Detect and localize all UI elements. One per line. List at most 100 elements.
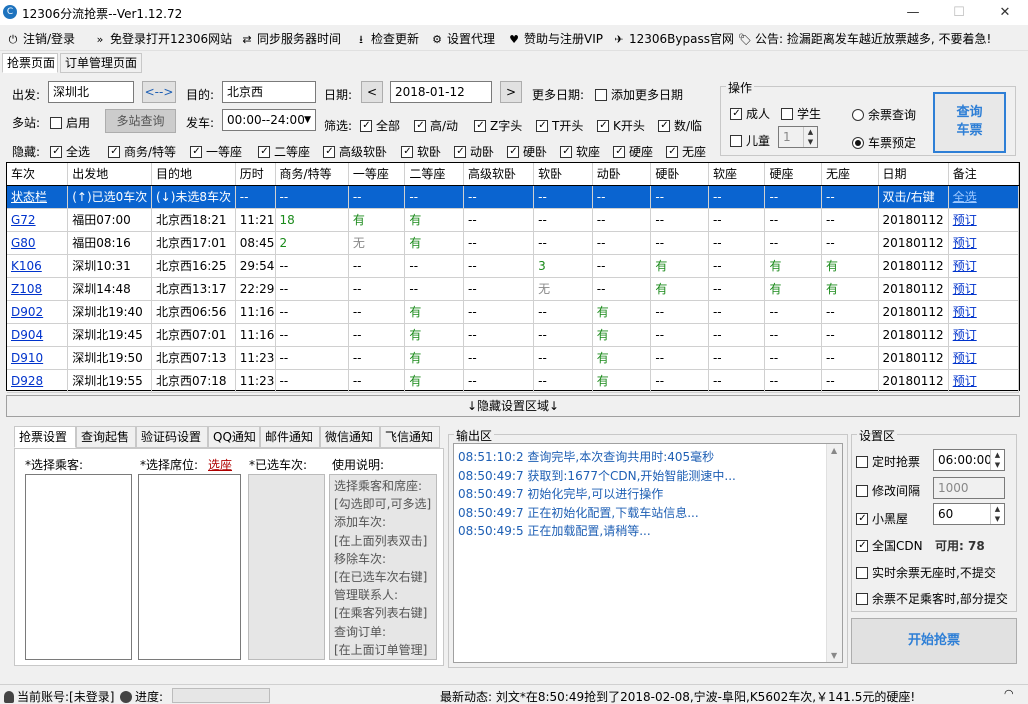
column-header[interactable]: 备注: [948, 163, 1020, 186]
train-number-link[interactable]: K106: [11, 259, 42, 273]
column-header[interactable]: 硬座: [764, 163, 823, 186]
table-row[interactable]: D904 深圳北19:45 北京西07:01 11:16 -- -- 有 -- -- 有 -- -- -…: [7, 323, 1020, 347]
blackroom-checkbox[interactable]: 小黑屋: [856, 510, 908, 527]
add-more-dates-checkbox[interactable]: 添加更多日期: [595, 86, 683, 103]
tab-qq-notify[interactable]: QQ通知: [208, 426, 260, 448]
column-header[interactable]: 出发地: [67, 163, 152, 186]
column-header[interactable]: 车次: [7, 163, 69, 186]
train-number-link[interactable]: D928: [11, 374, 43, 388]
filter-k[interactable]: K开头: [597, 117, 645, 134]
output-log[interactable]: 08:51:10:2 查询完毕,本次查询共用时:405毫秒 08:50:49:7 …: [453, 443, 843, 663]
next-date-button[interactable]: >: [500, 81, 522, 103]
from-station-input[interactable]: 深圳北: [48, 81, 134, 103]
hide-no-seat[interactable]: 无座: [666, 143, 706, 160]
filter-all[interactable]: 全部: [360, 117, 400, 134]
hide-deluxe-soft-sleeper[interactable]: 高级软卧: [323, 143, 387, 160]
child-checkbox[interactable]: 儿童: [730, 132, 770, 149]
logout-login-button[interactable]: ⏻ 注销/登录: [6, 30, 75, 48]
log-scrollbar[interactable]: ▲ ▼: [826, 444, 842, 662]
hide-business[interactable]: 商务/特等: [108, 143, 176, 160]
bypass-site-button[interactable]: ✈ 12306Bypass官网: [612, 30, 734, 48]
filter-t[interactable]: T开头: [536, 117, 583, 134]
column-header[interactable]: 日期: [878, 163, 949, 186]
choose-seat-link[interactable]: 选座: [208, 456, 232, 473]
train-number-link[interactable]: 状态栏: [11, 190, 47, 204]
table-row[interactable]: D902 深圳北19:40 北京西06:56 11:16 -- -- 有 -- -- 有 -- -- -…: [7, 300, 1020, 324]
start-grab-button[interactable]: 开始抢票: [851, 618, 1017, 664]
filter-z[interactable]: Z字头: [474, 117, 522, 134]
hide-soft-seat[interactable]: 软座: [560, 143, 600, 160]
train-number-link[interactable]: Z108: [11, 282, 42, 296]
sponsor-vip-button[interactable]: ♥ 赞助与注册VIP: [507, 30, 603, 48]
sync-time-button[interactable]: ⇄ 同步服务器时间: [240, 30, 341, 48]
hide-hard-seat[interactable]: 硬座: [613, 143, 653, 160]
query-tickets-button[interactable]: 查询 车票: [933, 92, 1006, 153]
tab-order-management[interactable]: 订单管理页面: [60, 53, 142, 73]
proxy-button[interactable]: ⚙ 设置代理: [430, 30, 495, 48]
hide-hard-sleeper[interactable]: 硬卧: [507, 143, 547, 160]
tab-wechat-notify[interactable]: 微信通知: [320, 426, 380, 448]
tab-grab-settings[interactable]: 抢票设置: [14, 426, 76, 448]
open-12306-button[interactable]: » 免登录打开12306网站: [93, 30, 233, 48]
select-all-link[interactable]: 全选: [953, 190, 977, 204]
minimize-button[interactable]: —: [890, 0, 936, 25]
tab-presale-query[interactable]: 查询起售: [76, 426, 136, 448]
timed-grab-time[interactable]: 06:00:00 ▲ ▼: [933, 449, 1005, 471]
book-link[interactable]: 预订: [953, 351, 977, 365]
column-header[interactable]: 无座: [821, 163, 879, 186]
train-number-link[interactable]: G72: [11, 213, 36, 227]
timed-grab-checkbox[interactable]: 定时抢票: [856, 453, 920, 470]
status-row[interactable]: 状态栏 (↑)已选0车次 (↓)未选8车次 -- -- -- -- -- -- -- -- -- -- -…: [7, 185, 1020, 209]
remaining-query-radio[interactable]: 余票查询: [852, 106, 916, 123]
national-cdn-checkbox[interactable]: 全国CDN: [856, 537, 923, 554]
column-header[interactable]: 硬卧: [650, 163, 709, 186]
hide-first-class[interactable]: 一等座: [190, 143, 242, 160]
tab-captcha-settings[interactable]: 验证码设置: [136, 426, 208, 448]
enable-multi-station-checkbox[interactable]: 启用: [50, 114, 90, 131]
hide-second-class[interactable]: 二等座: [258, 143, 310, 160]
close-button[interactable]: ✕: [982, 0, 1028, 25]
table-row[interactable]: G80 福田08:16 北京西17:01 08:45 2 无有 -- -- -- -- -- -- --…: [7, 231, 1020, 255]
train-number-link[interactable]: G80: [11, 236, 36, 250]
book-link[interactable]: 预订: [953, 259, 977, 273]
prev-date-button[interactable]: <: [361, 81, 383, 103]
book-link[interactable]: 预订: [953, 282, 977, 296]
maximize-button[interactable]: ☐: [936, 0, 982, 25]
tab-fetion-notify[interactable]: 飞信通知: [380, 426, 440, 448]
train-number-link[interactable]: D910: [11, 351, 43, 365]
check-update-button[interactable]: ⭳ 检查更新: [354, 30, 419, 48]
column-header[interactable]: 历时: [235, 163, 276, 186]
book-link[interactable]: 预订: [953, 236, 977, 250]
scroll-up-icon[interactable]: ▲: [831, 446, 837, 455]
date-input[interactable]: 2018-01-12: [390, 81, 492, 103]
table-row[interactable]: G72 福田07:00 北京西18:21 11:21 18 有有 -- -- -- -- -- -- -…: [7, 208, 1020, 232]
hide-settings-bar[interactable]: ↓隐藏设置区域↓: [6, 395, 1020, 417]
book-link[interactable]: 预订: [953, 305, 977, 319]
tab-email-notify[interactable]: 邮件通知: [260, 426, 320, 448]
interval-input[interactable]: 1000: [933, 477, 1005, 499]
book-link[interactable]: 预订: [953, 213, 977, 227]
partial-submit-checkbox[interactable]: 余票不足乘客时,部分提交: [856, 590, 1008, 607]
book-link[interactable]: 预订: [953, 374, 977, 388]
seat-list[interactable]: [138, 474, 241, 660]
column-header[interactable]: 高级软卧: [463, 163, 535, 186]
table-row[interactable]: D910 深圳北19:50 北京西07:13 11:23 -- -- 有 -- -- 有 -- -- -…: [7, 346, 1020, 370]
multi-station-query-button[interactable]: 多站查询: [105, 109, 176, 133]
filter-high-speed[interactable]: 高/动: [414, 117, 458, 134]
column-header[interactable]: 商务/特等: [275, 163, 349, 186]
column-header[interactable]: 目的地: [151, 163, 236, 186]
hide-emu-sleeper[interactable]: 动卧: [454, 143, 494, 160]
passenger-list[interactable]: [25, 474, 132, 660]
student-checkbox[interactable]: 学生: [781, 105, 821, 122]
child-count-spinner[interactable]: 1 ▲ ▼: [778, 126, 818, 148]
adult-checkbox[interactable]: 成人: [730, 105, 770, 122]
depart-time-select[interactable]: 00:00--24:00 ▼: [222, 109, 316, 131]
table-row[interactable]: D928 深圳北19:55 北京西07:18 11:23 -- -- 有 -- -- 有 -- -- -…: [7, 369, 1020, 393]
tab-grab-tickets[interactable]: 抢票页面: [2, 53, 58, 73]
column-header[interactable]: 软卧: [533, 163, 593, 186]
train-number-link[interactable]: D904: [11, 328, 43, 342]
realtime-no-submit-checkbox[interactable]: 实时余票无座时,不提交: [856, 564, 996, 581]
table-row[interactable]: Z108 深圳14:48 北京西13:17 22:29 -- -- -- -- 无 -- 有 -- 有有…: [7, 277, 1020, 301]
selected-trains-list[interactable]: [248, 474, 325, 660]
column-header[interactable]: 二等座: [404, 163, 464, 186]
